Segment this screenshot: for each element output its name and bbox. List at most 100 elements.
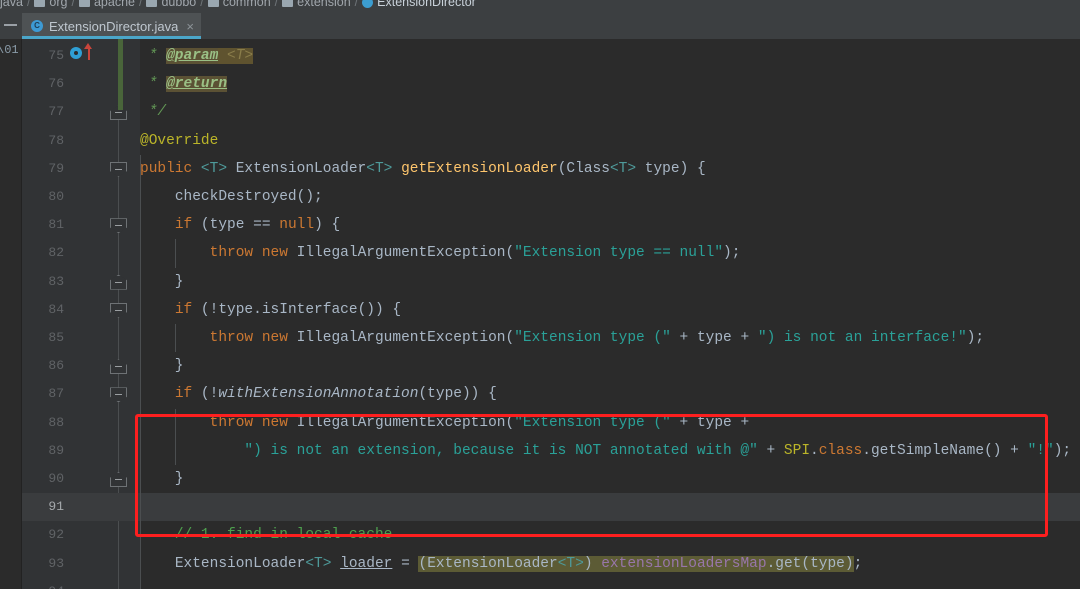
line-number: 94 <box>24 578 64 589</box>
code-line-88[interactable]: throw new IllegalArgumentException("Exte… <box>140 409 1080 437</box>
code-fold-up-icon[interactable] <box>110 472 127 487</box>
breadcrumb-separator: / <box>71 0 75 9</box>
line-number: 78 <box>48 132 64 148</box>
breadcrumb-item-java[interactable]: java <box>0 0 23 9</box>
breadcrumb[interactable]: java / org / apache / dubbo / common / extension / E… <box>0 0 1080 13</box>
javadoc-marker-bar <box>118 39 123 110</box>
line-number: 82 <box>48 245 64 261</box>
editor-left-strip <box>0 13 22 39</box>
line-number: 88 <box>48 414 64 430</box>
code-line-86[interactable]: } <box>140 352 1080 380</box>
breadcrumb-item-org[interactable]: org <box>34 0 68 9</box>
gutter-line-82[interactable]: 82 <box>22 239 140 267</box>
code-fold-up-icon[interactable] <box>110 359 127 375</box>
line-number: 92 <box>48 527 64 543</box>
editor-left-sliver: \01 <box>0 39 22 589</box>
close-icon[interactable]: × <box>186 20 194 33</box>
code-line-80[interactable]: checkDestroyed(); <box>140 183 1080 211</box>
class-icon <box>362 0 374 8</box>
override-method-icon[interactable] <box>70 47 82 59</box>
code-line-84[interactable]: if (!type.isInterface()) { <box>140 296 1080 324</box>
line-number: 91 <box>48 499 64 515</box>
line-number: 83 <box>48 273 64 289</box>
line-number: 86 <box>48 358 64 374</box>
folder-icon <box>282 0 294 7</box>
breadcrumb-item-apache[interactable]: apache <box>78 0 135 9</box>
code-line-93[interactable]: ExtensionLoader<T> loader = (ExtensionLo… <box>140 550 1080 578</box>
breadcrumb-item-extension[interactable]: extension <box>282 0 351 9</box>
breadcrumb-label: common <box>222 0 271 9</box>
code-line-77[interactable]: */ <box>140 98 1080 126</box>
code-fold-down-icon[interactable] <box>110 218 127 234</box>
sliver-text: \01 <box>0 43 19 57</box>
code-line-89[interactable]: ") is not an extension, because it is NO… <box>140 437 1080 465</box>
line-number: 76 <box>48 76 64 92</box>
code-line-81[interactable]: if (type == null) { <box>140 211 1080 239</box>
line-number: 75 <box>48 48 64 63</box>
breadcrumb-separator: / <box>139 0 143 9</box>
code-line-91[interactable] <box>140 493 1080 522</box>
breadcrumb-separator: / <box>274 0 279 9</box>
code-line-85[interactable]: throw new IllegalArgumentException("Exte… <box>140 324 1080 352</box>
breadcrumb-separator: / <box>200 0 204 9</box>
code-fold-up-icon[interactable] <box>110 274 127 290</box>
line-number: 93 <box>48 555 64 571</box>
folder-icon <box>78 0 90 7</box>
gutter-line-80[interactable]: 80 <box>22 183 140 211</box>
line-number: 87 <box>48 386 64 402</box>
line-number: 80 <box>48 189 64 204</box>
code-line-83[interactable]: } <box>140 268 1080 296</box>
gutter-line-92[interactable]: 92 <box>22 521 140 549</box>
folder-icon <box>34 0 46 7</box>
breadcrumb-label: apache <box>93 0 135 9</box>
code-editor[interactable]: \01 75 76 77 78 79 80 81 82 83 84 85 86 87 88 89 90 91 92… <box>0 39 1080 589</box>
line-number: 81 <box>48 217 64 233</box>
breadcrumb-separator: / <box>26 0 31 9</box>
code-line-87[interactable]: if (!withExtensionAnnotation(type)) { <box>140 380 1080 408</box>
editor-gutter[interactable]: 75 76 77 78 79 80 81 82 83 84 85 86 87 88 89 90 91 92 93 94 <box>22 39 140 589</box>
code-line-79[interactable]: public <T> ExtensionLoader<T> getExtensi… <box>140 155 1080 183</box>
code-fold-down-icon[interactable] <box>110 387 127 403</box>
line-number: 79 <box>48 160 64 176</box>
code-line-82[interactable]: throw new IllegalArgumentException("Exte… <box>140 239 1080 267</box>
line-number: 77 <box>48 104 64 120</box>
gutter-line-85[interactable]: 85 <box>22 324 140 352</box>
code-fold-down-icon[interactable] <box>110 161 127 177</box>
folder-icon <box>207 0 219 7</box>
breadcrumb-separator: / <box>354 0 359 9</box>
code-line-76[interactable]: * @return <box>140 70 1080 98</box>
gutter-line-94[interactable]: 94 <box>22 578 140 589</box>
breadcrumb-label: org <box>49 0 68 9</box>
gutter-line-91[interactable]: 91 <box>22 493 140 522</box>
breadcrumb-label: ExtensionDirector <box>377 0 476 9</box>
indent-guide <box>174 239 176 268</box>
code-line-92[interactable]: // 1. find in local cache <box>140 521 1080 549</box>
java-class-icon <box>31 20 43 32</box>
breadcrumb-label: java <box>0 0 23 9</box>
line-number: 90 <box>48 471 64 486</box>
tab-label: ExtensionDirector.java <box>49 18 179 34</box>
indent-guide <box>174 408 176 465</box>
gutter-line-93[interactable]: 93 <box>22 550 140 578</box>
breadcrumb-item-extensiondirector[interactable]: ExtensionDirector <box>362 0 476 9</box>
code-line-78[interactable]: @Override <box>140 127 1080 155</box>
line-number: 85 <box>48 330 64 345</box>
breadcrumb-item-dubbo[interactable]: dubbo <box>146 0 196 9</box>
override-arrow-icon[interactable] <box>84 43 93 61</box>
code-line-94[interactable] <box>140 578 1080 589</box>
breadcrumb-label: extension <box>297 0 351 9</box>
code-line-75[interactable]: * @param <T> <box>140 42 1080 70</box>
line-number: 89 <box>48 442 64 458</box>
indent-guide <box>174 324 176 353</box>
code-content[interactable]: * @param <T> * @return */@Override public… <box>140 39 1080 589</box>
collapse-icon[interactable] <box>4 24 17 26</box>
breadcrumb-item-common[interactable]: common <box>207 0 271 9</box>
folder-icon <box>146 0 158 7</box>
gutter-line-78[interactable]: 78 <box>22 127 140 155</box>
code-fold-down-icon[interactable] <box>110 302 127 318</box>
tab-extensiondirector-java[interactable]: ExtensionDirector.java × <box>22 13 201 39</box>
gutter-line-89[interactable]: 89 <box>22 437 140 465</box>
gutter-line-88[interactable]: 88 <box>22 409 140 437</box>
line-number: 84 <box>48 301 64 317</box>
code-line-90[interactable]: } <box>140 465 1080 493</box>
